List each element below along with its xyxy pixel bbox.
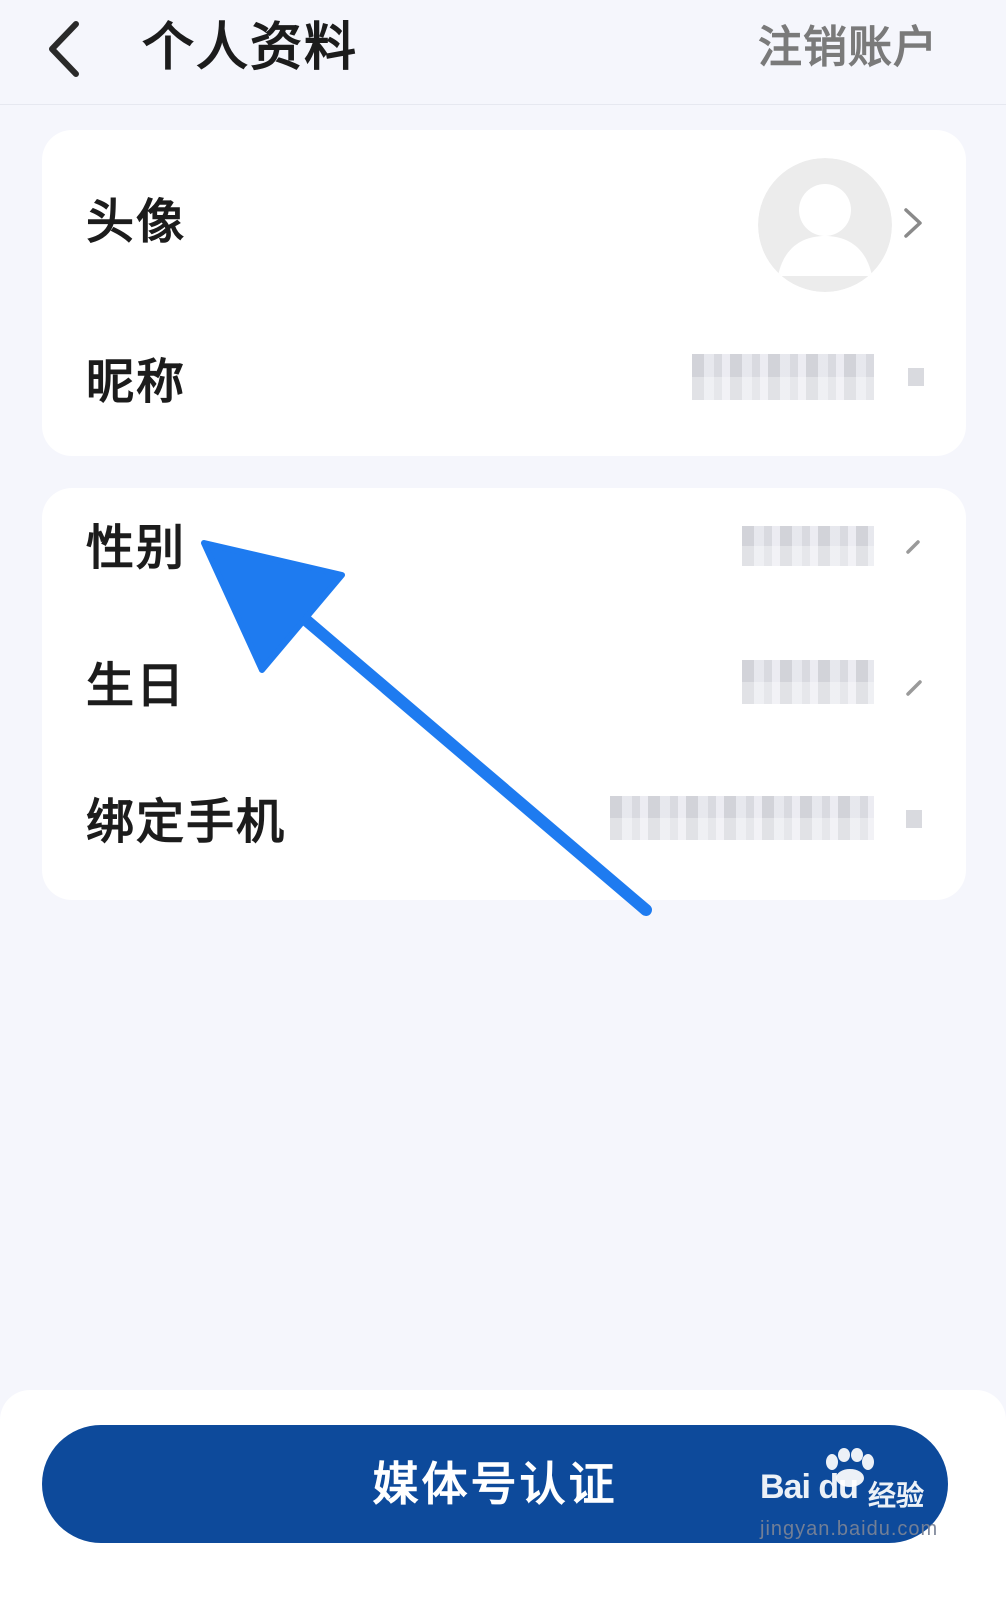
top-bar: 个人资料 注销账户 <box>0 0 1006 105</box>
birthday-row-label: 生日 <box>86 658 187 714</box>
media-account-verification-label: 媒体号认证 <box>372 1457 618 1511</box>
chevron-right-icon-redacted <box>908 368 924 386</box>
page-title: 个人资料 <box>142 18 359 78</box>
nickname-row-label: 昵称 <box>86 354 187 410</box>
chevron-right-icon <box>904 208 922 238</box>
profile-card: 头像 昵称 <box>42 130 966 456</box>
chevron-right-icon-redacted <box>906 810 922 828</box>
gender-row-label: 性别 <box>86 520 187 576</box>
chevron-right-icon <box>906 680 922 696</box>
info-card: 性别 生日 绑定手机 <box>42 488 966 900</box>
birthday-row[interactable]: 生日 <box>42 618 966 754</box>
bound-phone-row[interactable]: 绑定手机 <box>42 754 966 894</box>
nickname-row[interactable]: 昵称 <box>42 320 966 440</box>
deregister-account-button[interactable]: 注销账户 <box>758 18 938 78</box>
media-account-verification-button[interactable]: 媒体号认证 <box>42 1425 948 1543</box>
avatar-row[interactable]: 头像 <box>42 130 966 310</box>
back-arrow-icon[interactable] <box>40 14 90 84</box>
chevron-right-icon <box>906 540 920 554</box>
avatar[interactable] <box>758 158 892 292</box>
gender-value-redacted <box>742 526 874 566</box>
birthday-value-redacted <box>742 660 874 704</box>
gender-row[interactable]: 性别 <box>42 488 966 618</box>
bound-phone-row-label: 绑定手机 <box>86 794 287 850</box>
bound-phone-value-redacted <box>610 796 874 840</box>
avatar-placeholder-icon <box>758 158 892 292</box>
avatar-row-label: 头像 <box>86 194 187 250</box>
nickname-value-redacted <box>692 354 874 400</box>
